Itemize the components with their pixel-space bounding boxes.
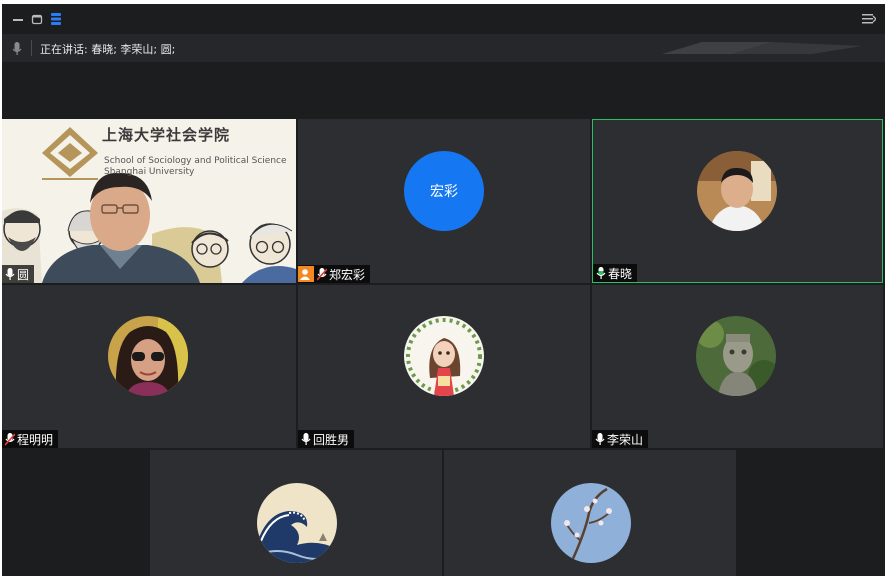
participant-tile-chengmingming[interactable]: 程明明 <box>2 285 296 448</box>
microphone-icon <box>595 432 605 445</box>
host-icon <box>298 266 314 282</box>
participant-tile-huishengnan[interactable]: 回胜男 <box>298 285 590 448</box>
speaking-indicator-bar: 正在讲话: 春晓; 李荣山; 圆; <box>2 34 885 62</box>
video-banner-title: 上海大学社会学院 <box>102 126 231 144</box>
participant-tile-zhenghongcai[interactable]: 宏彩 郑宏彩 <box>298 119 590 283</box>
title-bar <box>2 4 885 34</box>
participant-tile-8[interactable] <box>444 450 736 576</box>
divider <box>31 40 32 56</box>
microphone-icon <box>5 267 15 280</box>
video-banner-subtitle: School of Sociology and Political Scienc… <box>104 156 287 166</box>
avatar <box>257 483 337 563</box>
participant-name: 春晓 <box>608 266 633 281</box>
microphone-speaking-icon <box>596 266 606 279</box>
participant-name: 郑宏彩 <box>329 267 366 282</box>
name-tag: 郑宏彩 <box>298 265 371 283</box>
avatar <box>404 316 484 396</box>
avatar <box>696 316 776 396</box>
name-tag: 回胜男 <box>298 430 355 448</box>
participant-name: 李荣山 <box>607 432 644 447</box>
microphone-muted-icon <box>317 267 327 281</box>
participant-tile-7[interactable] <box>150 450 442 576</box>
microphone-icon <box>301 432 311 445</box>
video-banner-subtitle-2: Shanghai University <box>104 167 195 177</box>
meeting-window: 正在讲话: 春晓; 李荣山; 圆; 上海大学社会学院 School of Soc… <box>2 4 885 576</box>
microphone-icon <box>12 41 22 60</box>
avatar <box>108 316 188 396</box>
participant-tile-chunxiao[interactable]: 春晓 <box>592 119 883 283</box>
microphone-muted-icon <box>5 432 15 446</box>
name-tag: 圆 <box>2 265 35 283</box>
window-restore-icon[interactable] <box>29 11 45 27</box>
speaking-label: 正在讲话: 春晓; 李荣山; 圆; <box>40 43 176 56</box>
participant-name: 程明明 <box>17 432 54 447</box>
participant-name: 圆 <box>17 267 30 282</box>
speaking-wave-icon <box>662 40 862 60</box>
minimize-icon[interactable] <box>10 11 26 27</box>
avatar <box>697 151 777 231</box>
participant-tile-yuan[interactable]: 上海大学社会学院 School of Sociology and Politic… <box>2 119 296 283</box>
name-tag: 春晓 <box>593 264 638 282</box>
participant-tile-lirongshan[interactable]: 李荣山 <box>592 285 883 448</box>
avatar: 宏彩 <box>404 151 484 231</box>
layout-icon[interactable] <box>48 11 64 27</box>
participant-list-icon[interactable] <box>861 11 877 27</box>
avatar-initials: 宏彩 <box>430 184 458 200</box>
name-tag: 李荣山 <box>592 430 649 448</box>
avatar <box>551 483 631 563</box>
video-grid: 上海大学社会学院 School of Sociology and Politic… <box>2 119 885 576</box>
name-tag: 程明明 <box>2 430 59 448</box>
participant-name: 回胜男 <box>313 432 350 447</box>
